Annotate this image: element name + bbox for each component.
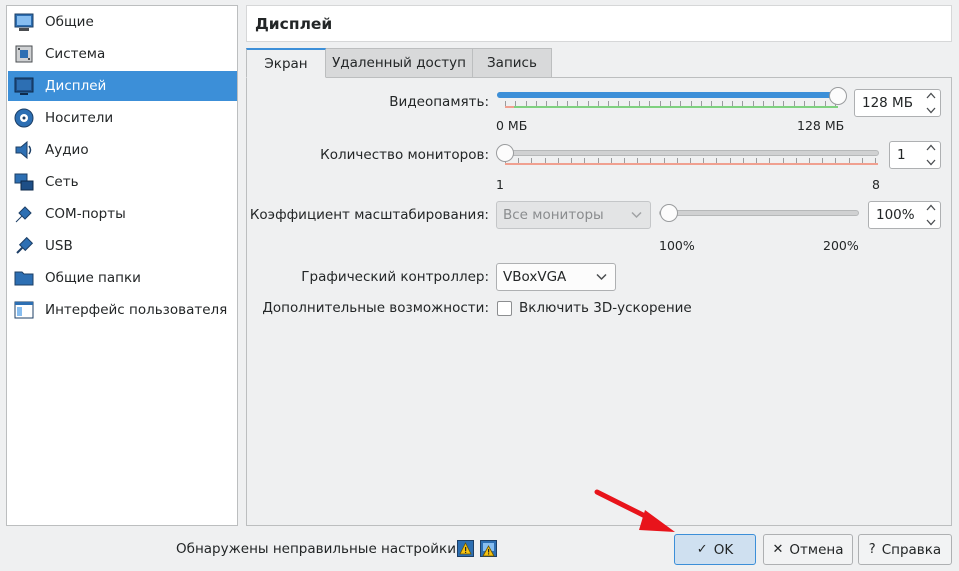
scale-monitor-combo[interactable]: Все мониторы [496,201,651,229]
spin-down-icon[interactable] [926,219,936,226]
scale-spinbox[interactable]: 100% [868,201,941,229]
video-memory-min-label: 0 МБ [496,118,528,133]
sidebar-item-audio[interactable]: Аудио [8,135,237,165]
tab-label: Экран [264,55,308,72]
display-icon [12,74,36,98]
checkmark-icon: ✓ [696,542,708,557]
help-button[interactable]: ? Справка [858,534,952,565]
tab-recording[interactable]: Запись [472,48,552,78]
video-memory-max-label: 128 МБ [797,118,845,133]
spin-down-icon[interactable] [926,159,936,166]
ok-button[interactable]: ✓ OK [674,534,756,565]
tab-label: Запись [487,55,537,71]
graphics-controller-value: VBoxVGA [503,269,567,285]
sidebar-item-label: Носители [45,110,114,126]
sidebar-item-label: Интерфейс пользователя [45,302,228,318]
cancel-button[interactable]: ✕ Отмена [763,534,853,565]
annotation-arrow-icon [594,489,675,532]
sidebar-item-serial-ports[interactable]: COM-порты [8,199,237,229]
sidebar-item-system[interactable]: Система [8,39,237,69]
scale-min-label: 100% [659,238,695,253]
video-memory-spinbox[interactable]: 128 МБ [854,89,941,117]
tab-screen[interactable]: Экран [246,48,326,78]
invalid-settings-message: Обнаружены неправильные настройки [176,541,456,557]
general-icon [12,10,36,34]
page-title: Дисплей [255,14,333,33]
sidebar-item-display[interactable]: Дисплей [8,71,237,101]
monitors-max-label: 8 [872,177,880,192]
sidebar-item-label: Система [45,46,106,62]
scale-slider-track[interactable] [659,210,859,216]
spin-up-icon[interactable] [926,204,936,211]
spin-up-icon[interactable] [926,92,936,99]
graphics-controller-label: Графический контроллер: [301,269,489,285]
settings-sidebar: Общие Система Дисплей Носители Аудио Сет… [6,5,238,526]
spin-down-icon[interactable] [926,107,936,114]
monitors-label: Количество мониторов: [320,147,489,163]
enable-3d-checkbox[interactable] [497,301,512,316]
sidebar-item-network[interactable]: Сеть [8,167,237,197]
video-memory-slider-fill [497,92,839,98]
ok-button-label: OK [713,541,734,558]
enable-3d-checkbox-label[interactable]: Включить 3D-ускорение [519,300,692,316]
chevron-down-icon [596,273,607,281]
scale-slider-handle[interactable] [660,204,678,222]
scale-factor-label: Коэффициент масштабирования: [249,207,489,223]
sidebar-item-label: Общие [45,14,94,30]
video-memory-good-zone [514,106,838,108]
close-icon: ✕ [772,542,784,557]
monitors-slider-handle[interactable] [496,144,514,162]
system-icon [12,42,36,66]
sidebar-item-shared-folders[interactable]: Общие папки [8,263,237,293]
network-icon [12,170,36,194]
video-memory-slider-handle[interactable] [829,87,847,105]
user-interface-icon [12,298,36,322]
video-memory-value: 128 МБ [862,95,913,111]
scale-value: 100% [876,207,915,223]
shared-folders-icon [12,266,36,290]
sidebar-item-label: Дисплей [45,78,107,94]
monitors-spinbox[interactable]: 1 [889,141,941,169]
page-header: Дисплей [246,5,952,42]
sidebar-item-label: Сеть [45,174,79,190]
scale-monitor-value: Все мониторы [503,207,604,223]
video-memory-label: Видеопамять: [389,94,489,110]
sidebar-item-label: Аудио [45,142,89,158]
tab-label: Удаленный доступ [332,55,466,71]
spin-up-icon[interactable] [926,144,936,151]
monitors-min-label: 1 [496,177,504,192]
usb-icon [12,234,36,258]
chevron-down-icon [631,211,642,219]
storage-icon [12,106,36,130]
sidebar-item-user-interface[interactable]: Интерфейс пользователя [8,295,237,325]
extended-features-label: Дополнительные возможности: [262,300,489,316]
warning-icon[interactable] [457,540,474,557]
sidebar-item-label: USB [45,238,73,254]
monitors-bad-zone [505,163,878,165]
cancel-button-label: Отмена [789,541,844,558]
sidebar-item-label: COM-порты [45,206,126,222]
monitors-slider-track[interactable] [497,150,879,156]
sidebar-item-storage[interactable]: Носители [8,103,237,133]
tab-remote-display[interactable]: Удаленный доступ [325,48,473,78]
graphics-controller-combo[interactable]: VBoxVGA [496,263,616,291]
serial-ports-icon [12,202,36,226]
monitors-value: 1 [897,147,906,163]
help-icon: ? [868,542,876,557]
scale-max-label: 200% [823,238,859,253]
help-button-label: Справка [881,541,942,558]
sidebar-item-general[interactable]: Общие [8,7,237,37]
sidebar-item-label: Общие папки [45,270,141,286]
sidebar-item-usb[interactable]: USB [8,231,237,261]
video-memory-bad-zone [505,106,514,108]
audio-icon [12,138,36,162]
warning-icon[interactable] [480,540,497,557]
